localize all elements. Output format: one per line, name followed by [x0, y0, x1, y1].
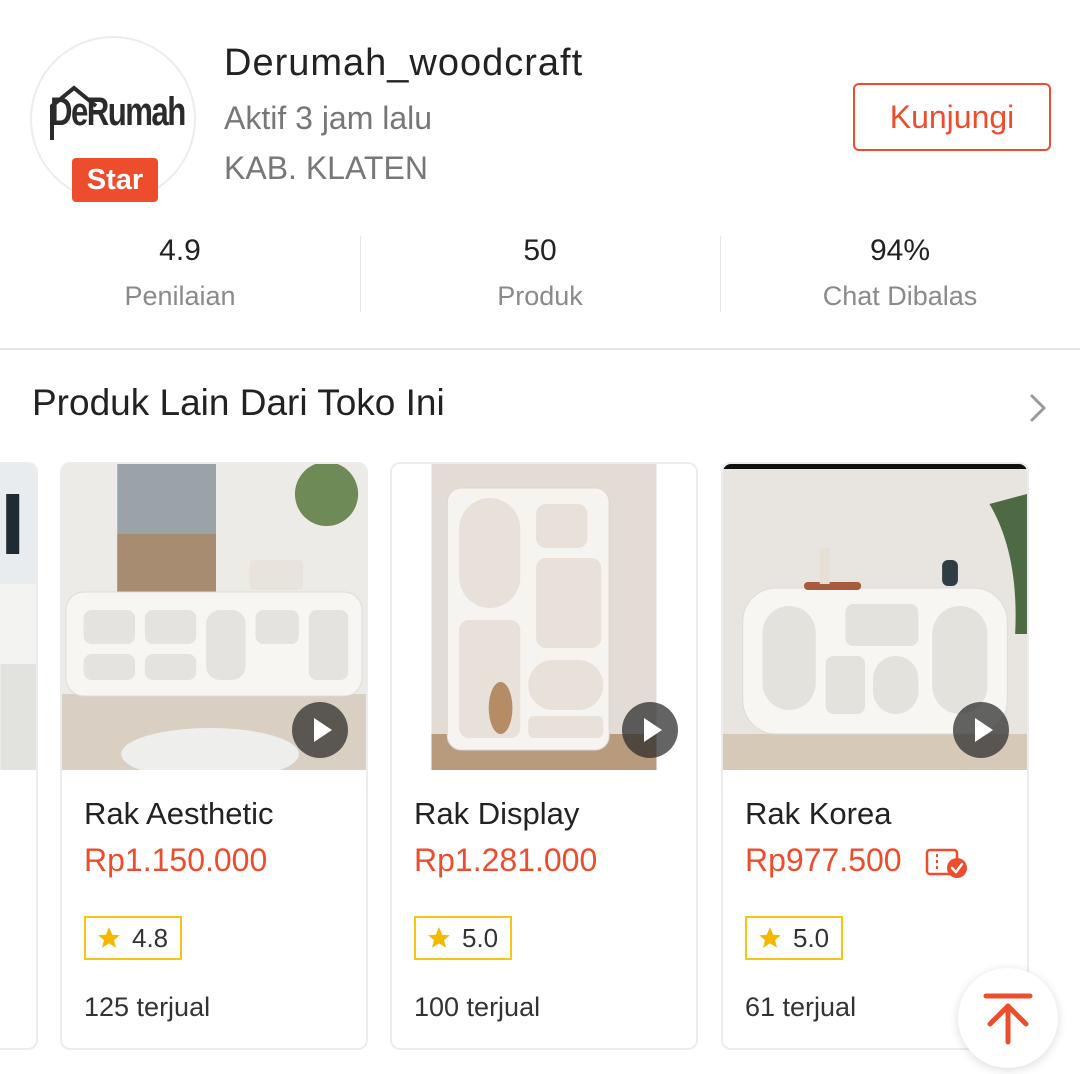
rating-value: 5.0 [793, 922, 830, 953]
play-icon[interactable] [953, 702, 1009, 758]
rating-badge: 5.0 [745, 916, 844, 960]
stat-label: Penilaian [124, 281, 236, 311]
stat-products: 50 Produk [360, 232, 720, 314]
play-icon[interactable] [622, 702, 678, 758]
sold-count: 61 terjual [745, 992, 857, 1022]
product-card[interactable]: Rak Korea Rp977.500 5.0 61 terjual [721, 462, 1029, 1050]
shop-active-status: Aktif 3 jam lalu [224, 100, 433, 136]
stat-chat-response: 94% Chat Dibalas [720, 232, 1080, 314]
play-icon[interactable] [292, 702, 348, 758]
shop-header: DeRumah Star Derumah_woodcraft Aktif 3 j… [0, 0, 1080, 350]
stat-rating: 4.9 Penilaian [0, 232, 360, 314]
sold-count: 100 terjual [414, 992, 541, 1022]
rating-badge: 5.0 [414, 916, 513, 960]
star-icon [98, 927, 120, 948]
shop-name[interactable]: Derumah_woodcraft [224, 42, 583, 85]
product-name: Rak Korea [745, 796, 892, 831]
back-to-top-button[interactable] [958, 968, 1058, 1068]
product-name: Rak Display [414, 796, 580, 831]
star-seller-badge: Star [72, 158, 158, 202]
sold-count: 125 terjual [84, 992, 211, 1022]
shop-avatar[interactable]: DeRumah Star [30, 36, 196, 202]
product-image [62, 464, 366, 770]
product-image [723, 464, 1027, 770]
shop-location: KAB. KLATEN [224, 150, 428, 186]
product-price: Rp1.281.000 [414, 842, 598, 878]
star-icon [759, 927, 781, 948]
product-image [0, 464, 36, 770]
stat-value: 50 [523, 234, 557, 267]
rating-value: 4.8 [132, 922, 169, 953]
voucher-icon [925, 848, 967, 878]
product-name: Rak Aesthetic [84, 796, 274, 831]
visit-shop-button[interactable]: Kunjungi [853, 83, 1051, 151]
product-card[interactable]: Rak Aesthetic Rp1.150.000 4.8 125 terjua… [60, 462, 368, 1050]
product-price: Rp977.500 [745, 842, 902, 878]
product-price: Rp1.150.000 [84, 842, 268, 878]
star-icon [428, 927, 450, 948]
section-title: Produk Lain Dari Toko Ini [32, 382, 445, 423]
stat-value: 4.9 [159, 234, 201, 267]
rating-value: 5.0 [462, 922, 499, 953]
shop-stats: 4.9 Penilaian 50 Produk 94% Chat Dibalas [0, 232, 1080, 314]
back-to-top-icon [983, 993, 1033, 1045]
stat-label: Chat Dibalas [822, 281, 978, 311]
rating-badge: 4.8 [84, 916, 183, 960]
shop-logo-text: DeRumah [50, 90, 186, 134]
product-card-partial[interactable] [0, 462, 38, 1050]
product-card[interactable]: Rak Display Rp1.281.000 5.0 100 terjual [390, 462, 698, 1050]
product-image [392, 464, 696, 770]
chevron-right-icon[interactable] [1024, 390, 1052, 426]
stat-value: 94% [869, 234, 931, 267]
stat-label: Produk [497, 281, 583, 311]
